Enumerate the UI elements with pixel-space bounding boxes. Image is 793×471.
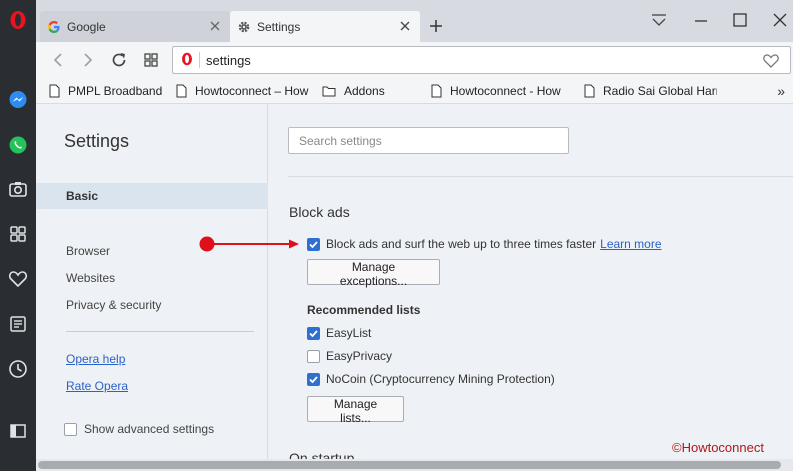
new-tab-plus-icon[interactable] bbox=[426, 16, 446, 36]
nav-divider bbox=[66, 331, 254, 332]
easyprivacy-checkbox[interactable] bbox=[307, 349, 320, 363]
block-ads-checkbox[interactable] bbox=[307, 237, 320, 251]
page-title: Settings bbox=[64, 131, 130, 151]
settings-page: Settings Basic Browser Websites Privacy … bbox=[36, 104, 793, 459]
address-divider bbox=[199, 52, 200, 68]
tab-google[interactable]: Google bbox=[40, 11, 230, 42]
tab-settings[interactable]: Settings bbox=[230, 11, 420, 42]
page-icon bbox=[584, 84, 595, 98]
whatsapp-icon[interactable] bbox=[5, 132, 31, 158]
opera-badge-icon bbox=[181, 52, 193, 69]
horizontal-scrollbar[interactable] bbox=[36, 459, 793, 471]
advanced-checkbox[interactable] bbox=[64, 422, 77, 436]
bookmark-item[interactable]: Radio Sai Global Harr bbox=[584, 83, 717, 99]
speed-dial-grid-icon[interactable] bbox=[141, 50, 161, 70]
nav-item-privacy-security[interactable]: Privacy & security bbox=[66, 298, 161, 312]
block-ads-heading: Block ads bbox=[289, 204, 350, 220]
google-favicon-icon bbox=[46, 19, 62, 35]
close-window-icon[interactable] bbox=[769, 10, 791, 30]
tab-title: Google bbox=[67, 19, 106, 34]
address-toolbar: settings bbox=[36, 42, 793, 78]
check-icon bbox=[309, 375, 318, 383]
tab-bar: Google Settings bbox=[36, 0, 793, 42]
recommended-lists-heading: Recommended lists bbox=[307, 303, 421, 317]
bookmark-label: Howtoconnect - How bbox=[450, 84, 561, 98]
advanced-label: Show advanced settings bbox=[84, 422, 215, 436]
bookmark-item[interactable]: Howtoconnect – How bbox=[176, 83, 312, 99]
list-item-nocoin[interactable]: NoCoin (Cryptocurrency Mining Protection… bbox=[307, 372, 555, 386]
settings-nav: Settings Basic Browser Websites Privacy … bbox=[36, 104, 268, 459]
scrollbar-thumb[interactable] bbox=[38, 461, 781, 469]
heart-icon[interactable] bbox=[5, 266, 31, 292]
list-label: EasyPrivacy bbox=[326, 349, 393, 363]
address-field[interactable]: settings bbox=[172, 46, 791, 74]
settings-main: Block ads Block ads and surf the web up … bbox=[269, 104, 793, 459]
history-icon[interactable] bbox=[5, 356, 31, 382]
annotation-arrow bbox=[198, 236, 300, 252]
nocoin-checkbox[interactable] bbox=[307, 372, 320, 386]
check-icon bbox=[309, 329, 318, 337]
page-icon bbox=[176, 84, 187, 98]
bookmark-item[interactable]: PMPL Broadband bbox=[49, 83, 168, 99]
list-item-easyprivacy[interactable]: EasyPrivacy bbox=[307, 349, 392, 363]
news-icon[interactable] bbox=[5, 311, 31, 337]
manage-exceptions-button[interactable]: Manage exceptions... bbox=[307, 259, 440, 288]
check-icon bbox=[309, 240, 318, 248]
maximize-icon[interactable] bbox=[729, 10, 751, 30]
bookmarks-overflow-button[interactable]: » bbox=[777, 83, 785, 99]
bookmark-label: PMPL Broadband bbox=[68, 84, 163, 98]
block-ads-label: Block ads and surf the web up to three t… bbox=[326, 237, 597, 251]
easylist-checkbox[interactable] bbox=[307, 326, 320, 340]
opera-sidebar bbox=[0, 0, 36, 471]
opera-logo-icon[interactable] bbox=[5, 7, 31, 33]
manage-lists-button[interactable]: Manage lists... bbox=[307, 396, 404, 425]
block-ads-option[interactable]: Block ads and surf the web up to three t… bbox=[307, 237, 662, 251]
address-url: settings bbox=[206, 52, 251, 68]
speed-dial-icon[interactable] bbox=[5, 221, 31, 247]
list-label: NoCoin (Cryptocurrency Mining Protection… bbox=[326, 372, 555, 386]
camera-icon[interactable] bbox=[5, 176, 31, 202]
nav-item-basic[interactable]: Basic bbox=[36, 183, 268, 209]
show-advanced-settings-toggle[interactable]: Show advanced settings bbox=[64, 422, 214, 436]
bookmark-item[interactable]: Howtoconnect - How bbox=[431, 83, 564, 99]
bookmark-label: Addons bbox=[344, 84, 385, 98]
folder-icon bbox=[322, 86, 336, 97]
list-label: EasyList bbox=[326, 326, 372, 340]
nav-item-browser[interactable]: Browser bbox=[66, 244, 110, 258]
learn-more-link[interactable]: Learn more bbox=[600, 237, 661, 251]
reload-icon[interactable] bbox=[109, 50, 129, 70]
messenger-icon[interactable] bbox=[5, 87, 31, 113]
search-settings-input[interactable] bbox=[288, 127, 569, 154]
bookmarks-bar: PMPL Broadband Howtoconnect – How Addons… bbox=[36, 78, 793, 104]
rate-opera-link[interactable]: Rate Opera bbox=[66, 379, 128, 393]
on-startup-heading: On startup bbox=[289, 450, 355, 459]
close-tab-icon[interactable] bbox=[208, 19, 222, 33]
nav-item-websites[interactable]: Websites bbox=[66, 271, 115, 285]
bookmark-heart-icon[interactable] bbox=[762, 52, 780, 70]
list-item-easylist[interactable]: EasyList bbox=[307, 326, 371, 340]
section-divider bbox=[288, 176, 793, 177]
forward-icon[interactable] bbox=[78, 50, 98, 70]
bookmark-label: Howtoconnect – How bbox=[195, 84, 309, 98]
page-icon bbox=[49, 84, 60, 98]
tab-menu-icon[interactable] bbox=[648, 10, 670, 30]
tab-title: Settings bbox=[257, 19, 301, 34]
sidebar-toggle-icon[interactable] bbox=[5, 418, 31, 444]
back-icon[interactable] bbox=[48, 50, 68, 70]
close-tab-icon[interactable] bbox=[398, 19, 412, 33]
bookmark-label: Radio Sai Global Harr bbox=[603, 84, 717, 98]
minimize-icon[interactable] bbox=[690, 10, 712, 30]
bookmark-folder[interactable]: Addons bbox=[322, 83, 394, 99]
watermark: ©Howtoconnect bbox=[672, 440, 764, 455]
page-icon bbox=[431, 84, 442, 98]
opera-help-link[interactable]: Opera help bbox=[66, 352, 125, 366]
gear-icon bbox=[236, 19, 252, 35]
